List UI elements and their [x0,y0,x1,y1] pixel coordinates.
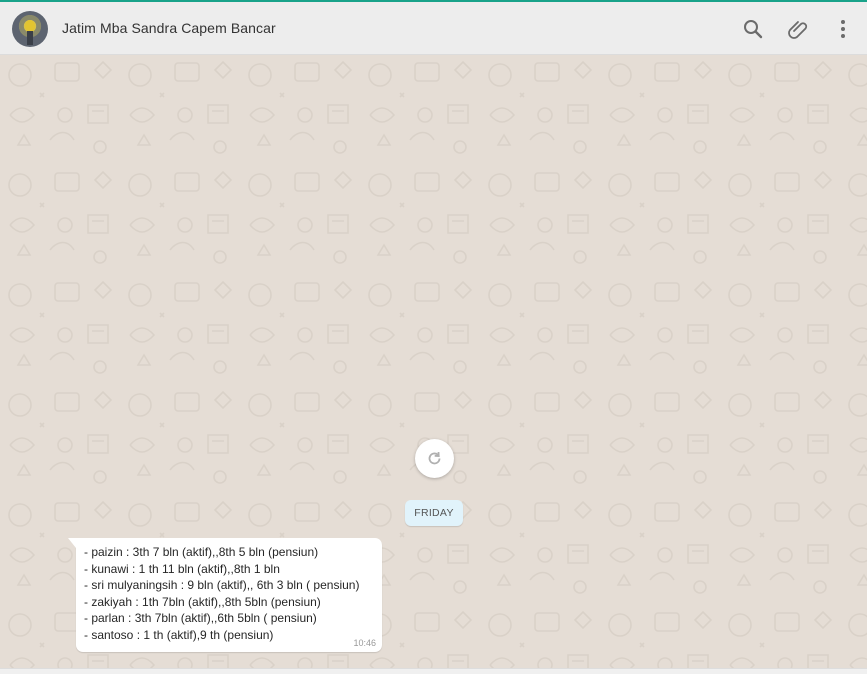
day-separator-badge: FRIDAY [405,500,463,526]
message-timestamp: 10:46 [353,638,376,648]
attach-icon[interactable] [785,16,811,42]
avatar[interactable] [12,11,48,47]
message-line: - kunawi : 1 th 11 bln (aktif),,8th 1 bl… [84,561,280,576]
chat-header: Jatim Mba Sandra Capem Bancar [0,2,867,55]
menu-icon[interactable] [830,16,856,42]
bubble-tail [68,538,76,548]
message-line: - parlan : 3th 7bln (aktif),,6th 5bln ( … [84,611,317,625]
incoming-message-bubble[interactable]: - paizin : 3th 7 bln (aktif),,8th 5 bln … [68,538,382,652]
message-line: - santoso : 1 th (aktif),9 th (pensiun) [84,627,274,642]
contact-name[interactable]: Jatim Mba Sandra Capem Bancar [62,20,276,36]
search-icon[interactable] [740,16,766,42]
message-line: - sri mulyaningsih : 9 bln (aktif),, 6th… [84,578,360,592]
message-line: - zakiyah : 1th 7bln (aktif),,8th 5bln (… [84,594,321,609]
refresh-button[interactable] [415,439,454,478]
message-line: - paizin : 3th 7 bln (aktif),,8th 5 bln … [84,545,319,559]
bottom-bar [0,668,867,674]
